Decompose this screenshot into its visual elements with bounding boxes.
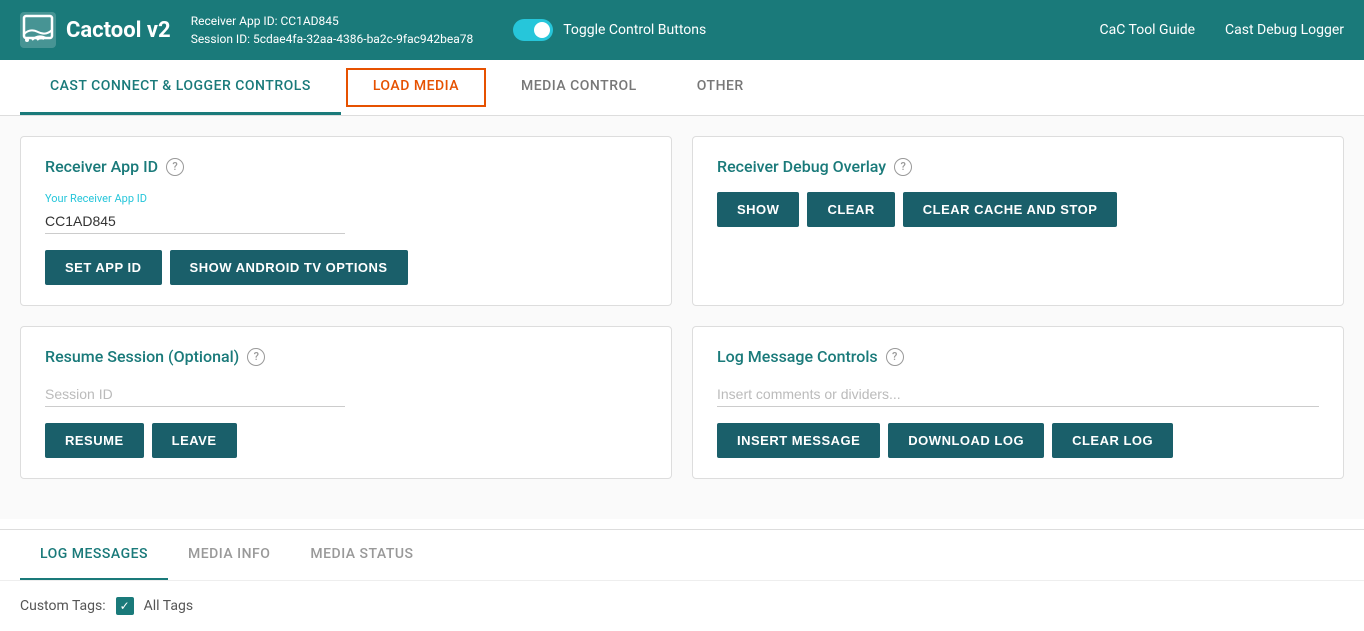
receiver-app-id-title: Receiver App ID ?	[45, 157, 647, 176]
resume-session-help-icon[interactable]: ?	[247, 348, 265, 366]
all-tags-label: All Tags	[144, 598, 193, 614]
all-tags-checkbox[interactable]	[116, 597, 134, 615]
tab-media-status[interactable]: MEDIA STATUS	[290, 530, 433, 580]
leave-button[interactable]: LEAVE	[152, 423, 237, 458]
insert-message-button[interactable]: INSERT MESSAGE	[717, 423, 880, 458]
show-overlay-button[interactable]: SHOW	[717, 192, 799, 227]
receiver-app-help-icon[interactable]: ?	[166, 158, 184, 176]
receiver-debug-title: Receiver Debug Overlay ?	[717, 157, 1319, 176]
log-message-input-section	[717, 382, 1319, 407]
session-id-input-section	[45, 382, 647, 407]
session-info: Session ID: 5cdae4fa-32aa-4386-ba2c-9fac…	[191, 30, 474, 48]
resume-session-buttons: RESUME LEAVE	[45, 423, 647, 458]
log-message-controls-card: Log Message Controls ? INSERT MESSAGE DO…	[692, 326, 1344, 479]
logo: Cactool v2	[20, 12, 171, 48]
cards-grid: Receiver App ID ? Your Receiver App ID S…	[20, 136, 1344, 479]
header-links: CaC Tool Guide Cast Debug Logger	[1100, 22, 1345, 38]
log-message-help-icon[interactable]: ?	[886, 348, 904, 366]
custom-tags-section: Custom Tags: All Tags	[0, 581, 1364, 631]
cac-tool-guide-link[interactable]: CaC Tool Guide	[1100, 22, 1196, 38]
custom-tags-label: Custom Tags:	[20, 598, 106, 614]
toggle-label: Toggle Control Buttons	[563, 22, 706, 38]
nav-tabs: CAST CONNECT & LOGGER CONTROLS LOAD MEDI…	[0, 60, 1364, 116]
app-header: Cactool v2 Receiver App ID: CC1AD845 Ses…	[0, 0, 1364, 60]
receiver-app-input-label: Your Receiver App ID	[45, 192, 647, 205]
logo-text: Cactool v2	[66, 18, 171, 43]
receiver-app-info: Receiver App ID: CC1AD845	[191, 12, 474, 30]
logo-icon	[20, 12, 56, 48]
resume-session-card: Resume Session (Optional) ? RESUME LEAVE	[20, 326, 672, 479]
receiver-app-id-card: Receiver App ID ? Your Receiver App ID S…	[20, 136, 672, 306]
resume-session-title: Resume Session (Optional) ?	[45, 347, 647, 366]
clear-cache-stop-button[interactable]: CLEAR CACHE AND STOP	[903, 192, 1118, 227]
set-app-id-button[interactable]: SET APP ID	[45, 250, 162, 285]
tab-other[interactable]: OTHER	[667, 60, 774, 115]
tab-media-info[interactable]: MEDIA INFO	[168, 530, 290, 580]
tab-log-messages[interactable]: LOG MESSAGES	[20, 530, 168, 580]
log-message-input[interactable]	[717, 382, 1319, 407]
download-log-button[interactable]: DOWNLOAD LOG	[888, 423, 1044, 458]
bottom-tabs: LOG MESSAGES MEDIA INFO MEDIA STATUS	[0, 530, 1364, 581]
receiver-app-input[interactable]	[45, 209, 345, 234]
receiver-debug-help-icon[interactable]: ?	[894, 158, 912, 176]
receiver-app-buttons: SET APP ID SHOW ANDROID TV OPTIONS	[45, 250, 647, 285]
clear-log-button[interactable]: CLEAR LOG	[1052, 423, 1173, 458]
cast-debug-logger-link[interactable]: Cast Debug Logger	[1225, 22, 1344, 38]
session-id-input[interactable]	[45, 382, 345, 407]
header-info: Receiver App ID: CC1AD845 Session ID: 5c…	[191, 12, 474, 48]
toggle-control-buttons[interactable]	[513, 19, 553, 41]
main-content: Receiver App ID ? Your Receiver App ID S…	[0, 116, 1364, 519]
clear-overlay-button[interactable]: CLEAR	[807, 192, 894, 227]
tab-media-control[interactable]: MEDIA CONTROL	[491, 60, 667, 115]
log-message-title: Log Message Controls ?	[717, 347, 1319, 366]
receiver-app-input-section: Your Receiver App ID	[45, 192, 647, 234]
log-message-buttons: INSERT MESSAGE DOWNLOAD LOG CLEAR LOG	[717, 423, 1319, 458]
receiver-debug-buttons: SHOW CLEAR CLEAR CACHE AND STOP	[717, 192, 1319, 227]
bottom-section: LOG MESSAGES MEDIA INFO MEDIA STATUS Cus…	[0, 529, 1364, 631]
receiver-debug-overlay-card: Receiver Debug Overlay ? SHOW CLEAR CLEA…	[692, 136, 1344, 306]
toggle-section: Toggle Control Buttons	[513, 19, 706, 41]
tab-load-media[interactable]: LOAD MEDIA	[346, 68, 486, 107]
resume-button[interactable]: RESUME	[45, 423, 144, 458]
show-android-tv-button[interactable]: SHOW ANDROID TV OPTIONS	[170, 250, 408, 285]
tab-cast-connect[interactable]: CAST CONNECT & LOGGER CONTROLS	[20, 60, 341, 115]
